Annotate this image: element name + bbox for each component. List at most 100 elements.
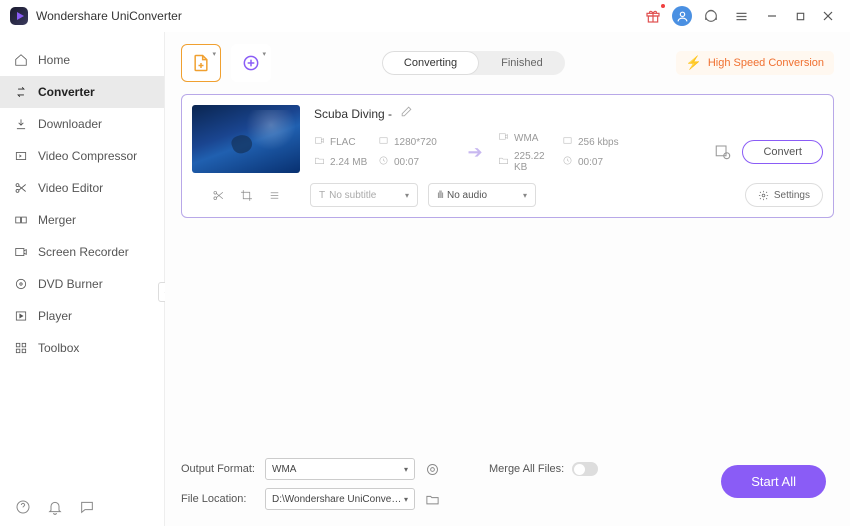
sidebar-item-toolbox[interactable]: Toolbox xyxy=(0,332,164,364)
scissors-icon xyxy=(14,181,28,195)
add-url-button[interactable]: ▾ xyxy=(231,44,271,82)
main-panel: ▾ ▾ Converting Finished ⚡ High Speed Con… xyxy=(165,32,850,526)
output-format-label: Output Format: xyxy=(181,463,257,475)
sidebar-item-merger[interactable]: Merger xyxy=(0,204,164,236)
thumbnail[interactable] xyxy=(192,105,300,173)
rename-icon[interactable] xyxy=(400,105,413,123)
output-format-select[interactable]: WMA ▾ xyxy=(265,458,415,480)
maximize-button[interactable] xyxy=(788,4,812,28)
bolt-icon: ⚡ xyxy=(686,55,702,71)
dst-size: 225.22 KB xyxy=(514,151,554,173)
audio-select[interactable]: ıllı No audio ▾ xyxy=(428,183,536,207)
output-settings-icon[interactable] xyxy=(423,460,441,478)
chevron-down-icon: ▾ xyxy=(404,495,408,504)
sidebar: Home Converter Downloader Video Compress… xyxy=(0,32,165,526)
close-button[interactable] xyxy=(816,4,840,28)
toolbox-icon xyxy=(14,341,28,355)
recorder-icon xyxy=(14,245,28,259)
folder-icon xyxy=(498,155,509,169)
status-tabs: Converting Finished xyxy=(382,51,565,75)
subtitle-select[interactable]: T No subtitle ▾ xyxy=(310,183,418,207)
src-dur: 00:07 xyxy=(394,157,419,168)
sidebar-item-label: Toolbox xyxy=(38,341,79,355)
dst-format: WMA xyxy=(514,133,538,144)
support-icon[interactable] xyxy=(700,5,722,27)
sidebar-item-editor[interactable]: Video Editor xyxy=(0,172,164,204)
conversion-item: Scuba Diving - FLAC 2.24 MB 1280*720 00:… xyxy=(181,94,834,218)
sidebar-item-label: Merger xyxy=(38,213,76,227)
app-logo xyxy=(10,7,28,25)
sidebar-item-label: Home xyxy=(38,53,70,67)
help-icon[interactable] xyxy=(14,498,32,516)
trim-icon[interactable] xyxy=(211,188,225,202)
item-settings-button[interactable]: Settings xyxy=(745,183,823,207)
chevron-down-icon: ▾ xyxy=(212,50,216,58)
sidebar-item-label: Converter xyxy=(38,85,95,99)
video-icon xyxy=(498,131,509,145)
src-size: 2.24 MB xyxy=(330,157,367,168)
titlebar: Wondershare UniConverter xyxy=(0,0,850,32)
hsc-label: High Speed Conversion xyxy=(708,57,824,69)
subtitle-value: No subtitle xyxy=(329,190,376,201)
bitrate-icon xyxy=(562,135,573,149)
converter-icon xyxy=(14,85,28,99)
chevron-down-icon: ▾ xyxy=(262,50,266,58)
sidebar-item-label: Video Editor xyxy=(38,181,103,195)
clock-icon xyxy=(378,155,389,169)
arrow-icon: ➔ xyxy=(460,142,490,163)
sidebar-item-recorder[interactable]: Screen Recorder xyxy=(0,236,164,268)
convert-button[interactable]: Convert xyxy=(742,140,823,164)
sidebar-item-home[interactable]: Home xyxy=(0,44,164,76)
minimize-button[interactable] xyxy=(760,4,784,28)
sidebar-item-label: DVD Burner xyxy=(38,277,103,291)
chevron-down-icon: ▾ xyxy=(523,191,527,200)
feedback-icon[interactable] xyxy=(78,498,96,516)
sidebar-item-compressor[interactable]: Video Compressor xyxy=(0,140,164,172)
menu-icon[interactable] xyxy=(730,5,752,27)
bell-icon[interactable] xyxy=(46,498,64,516)
settings-label: Settings xyxy=(774,190,810,201)
sidebar-item-downloader[interactable]: Downloader xyxy=(0,108,164,140)
home-icon xyxy=(14,53,28,67)
tab-converting[interactable]: Converting xyxy=(382,51,479,75)
audio-value: No audio xyxy=(447,190,487,201)
app-title: Wondershare UniConverter xyxy=(36,9,182,23)
add-file-button[interactable]: ▾ xyxy=(181,44,221,82)
dst-dur: 00:07 xyxy=(578,157,603,168)
output-settings-icon[interactable] xyxy=(712,141,734,163)
clock-icon xyxy=(562,155,573,169)
merge-label: Merge All Files: xyxy=(489,463,564,475)
item-title: Scuba Diving - xyxy=(314,107,392,121)
start-all-button[interactable]: Start All xyxy=(721,465,826,498)
compressor-icon xyxy=(14,149,28,163)
dst-bitrate: 256 kbps xyxy=(578,137,619,148)
src-format: FLAC xyxy=(330,137,356,148)
chevron-down-icon: ▾ xyxy=(404,465,408,474)
chevron-down-icon: ▾ xyxy=(405,191,409,200)
more-icon[interactable] xyxy=(267,188,281,202)
crop-icon[interactable] xyxy=(239,188,253,202)
resolution-icon xyxy=(378,135,389,149)
file-location-value: D:\Wondershare UniConverter 1 xyxy=(272,494,404,505)
src-res: 1280*720 xyxy=(394,137,437,148)
folder-icon xyxy=(314,155,325,169)
file-location-select[interactable]: D:\Wondershare UniConverter 1 ▾ xyxy=(265,488,415,510)
open-folder-icon[interactable] xyxy=(423,490,441,508)
waveform-icon: ıllı xyxy=(437,190,443,201)
sidebar-item-dvd[interactable]: DVD Burner xyxy=(0,268,164,300)
sidebar-item-label: Video Compressor xyxy=(38,149,137,163)
merge-toggle[interactable] xyxy=(572,462,598,476)
tab-finished[interactable]: Finished xyxy=(479,51,565,75)
account-icon[interactable] xyxy=(672,6,692,26)
gift-icon[interactable] xyxy=(642,5,664,27)
sidebar-item-label: Downloader xyxy=(38,117,102,131)
sidebar-item-label: Screen Recorder xyxy=(38,245,129,259)
high-speed-toggle[interactable]: ⚡ High Speed Conversion xyxy=(676,51,834,75)
sidebar-item-converter[interactable]: Converter xyxy=(0,76,164,108)
download-icon xyxy=(14,117,28,131)
disc-icon xyxy=(14,277,28,291)
sidebar-item-player[interactable]: Player xyxy=(0,300,164,332)
sidebar-item-label: Player xyxy=(38,309,72,323)
file-location-label: File Location: xyxy=(181,493,257,505)
output-format-value: WMA xyxy=(272,464,296,475)
